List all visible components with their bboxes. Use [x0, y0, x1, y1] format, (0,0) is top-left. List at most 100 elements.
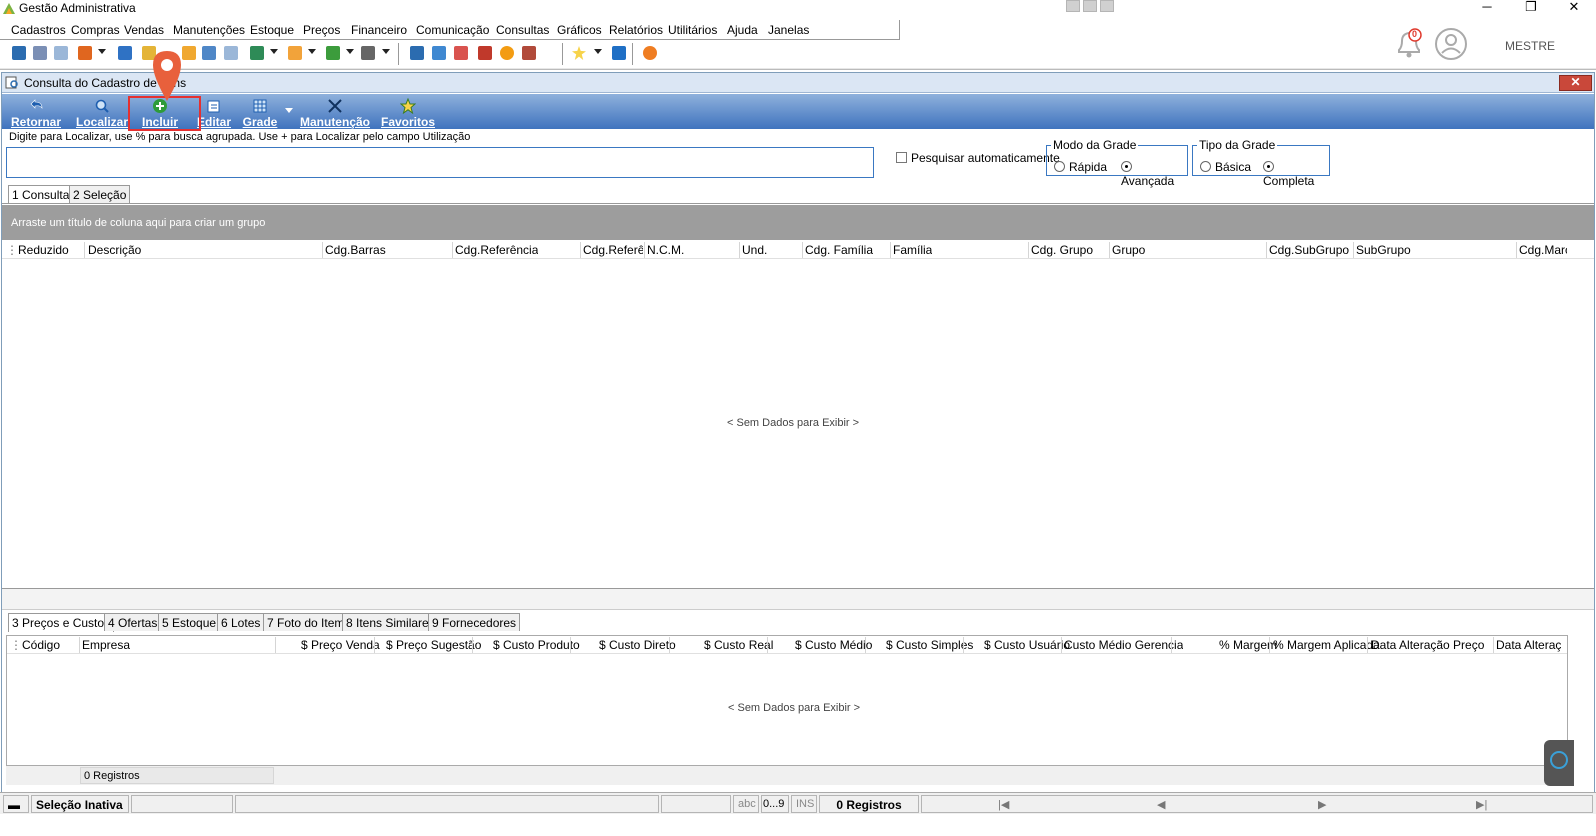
col-cdg-marca[interactable]: Cdg.Marc [1519, 243, 1567, 257]
column-separator[interactable] [767, 637, 768, 653]
menu-utilitarios[interactable]: Utilitários [668, 23, 717, 37]
col-custo-simples[interactable]: $ Custo Simples [886, 638, 973, 652]
menu-vendas[interactable]: Vendas [124, 23, 164, 37]
document-icon[interactable] [118, 46, 132, 60]
group-by-panel[interactable]: Arraste um título de coluna aqui para cr… [2, 205, 1594, 240]
power-icon[interactable] [643, 46, 657, 60]
column-separator[interactable] [570, 637, 571, 653]
col-reduzido[interactable]: Reduzido [18, 243, 69, 257]
first-record-icon[interactable]: |◀ [998, 798, 1009, 811]
dropdown-arrow-icon[interactable] [594, 49, 602, 54]
menu-cadastros[interactable]: Cadastros [11, 23, 66, 37]
folder-blue-icon[interactable] [12, 46, 26, 60]
tab-precos-custos[interactable]: 3 Preços e Custos [8, 613, 115, 632]
radio-completa[interactable]: Completa [1263, 160, 1329, 188]
localizar-button[interactable]: Localizar [74, 96, 130, 129]
clock-icon[interactable] [500, 46, 514, 60]
menu-graficos[interactable]: Gráficos [557, 23, 602, 37]
col-und[interactable]: Und. [742, 243, 767, 257]
col-data-alteracao-preco[interactable]: Data Alteração Preço [1371, 638, 1484, 652]
column-separator[interactable] [1171, 637, 1172, 653]
grid-icon[interactable] [1066, 0, 1080, 12]
column-chooser-icon[interactable]: ⋮ [6, 243, 18, 257]
checkbox-box[interactable] [896, 152, 907, 163]
column-chooser-icon[interactable]: ⋮ [10, 638, 22, 652]
menu-comunicacao[interactable]: Comunicação [416, 23, 489, 37]
col-custo-medio[interactable]: $ Custo Médio [795, 638, 872, 652]
column-separator[interactable] [802, 242, 803, 258]
dropdown-arrow-icon[interactable] [308, 49, 316, 54]
col-cdg-familia[interactable]: Cdg. Família [805, 243, 873, 257]
column-separator[interactable] [84, 242, 85, 258]
col-empresa[interactable]: Empresa [82, 638, 130, 652]
col-preco-venda[interactable]: $ Preço Venda [301, 638, 380, 652]
tab-fornecedores[interactable]: 9 Fornecedores [428, 613, 521, 631]
tab-ofertas[interactable]: 4 Ofertas [104, 613, 162, 631]
auto-search-checkbox[interactable]: Pesquisar automaticamente [896, 151, 1060, 165]
menu-relatorios[interactable]: Relatórios [609, 23, 663, 37]
inner-close-button[interactable]: ✕ [1559, 75, 1592, 91]
col-preco-sugestao[interactable]: $ Preço Sugestão [386, 638, 481, 652]
list-icon[interactable] [224, 46, 238, 60]
dropdown-arrow-icon[interactable] [382, 49, 390, 54]
radio-button[interactable] [1200, 161, 1211, 172]
grade-button[interactable]: Grade [240, 96, 280, 129]
col-cdg-subgrupo[interactable]: Cdg.SubGrupo [1269, 243, 1349, 257]
col-custo-direto[interactable]: $ Custo Direto [599, 638, 676, 652]
col-subgrupo[interactable]: SubGrupo [1356, 243, 1411, 257]
column-separator[interactable] [322, 242, 323, 258]
col-cdg-grupo[interactable]: Cdg. Grupo [1031, 243, 1093, 257]
col-familia[interactable]: Família [893, 243, 932, 257]
menu-precos[interactable]: Preços [303, 23, 340, 37]
column-separator[interactable] [79, 637, 80, 653]
col-custo-produto[interactable]: $ Custo Produto [493, 638, 580, 652]
col-grupo[interactable]: Grupo [1112, 243, 1145, 257]
report-icon[interactable] [522, 46, 536, 60]
menu-estoque[interactable]: Estoque [250, 23, 294, 37]
printer-icon[interactable] [361, 46, 375, 60]
notification-bell[interactable]: 0 [1394, 28, 1424, 60]
radio-button-selected[interactable] [1263, 161, 1274, 172]
menu-financeiro[interactable]: Financeiro [351, 23, 407, 37]
col-descricao[interactable]: Descrição [88, 243, 141, 257]
splitter-bar[interactable] [2, 588, 1594, 610]
col-codigo[interactable]: Código [22, 638, 60, 652]
column-separator[interactable] [1061, 637, 1062, 653]
column-separator[interactable] [452, 242, 453, 258]
column-separator[interactable] [580, 242, 581, 258]
radio-button-selected[interactable] [1121, 161, 1132, 172]
search-input[interactable] [6, 147, 874, 178]
col-margem-aplicada[interactable]: % Margem Aplicada [1273, 638, 1380, 652]
column-separator[interactable] [1028, 242, 1029, 258]
tab-lotes[interactable]: 6 Lotes [217, 613, 265, 631]
menu-janelas[interactable]: Janelas [768, 23, 809, 37]
cart-icon[interactable] [250, 46, 264, 60]
column-separator[interactable] [1367, 637, 1368, 653]
menu-ajuda[interactable]: Ajuda [727, 23, 758, 37]
remote-support-widget[interactable] [1544, 740, 1574, 786]
tab-itens-similares[interactable]: 8 Itens Similares [342, 613, 439, 631]
menu-consultas[interactable]: Consultas [496, 23, 549, 37]
column-separator[interactable] [1109, 242, 1110, 258]
column-separator[interactable] [865, 637, 866, 653]
col-custo-usuario[interactable]: $ Custo Usuário [984, 638, 1070, 652]
column-separator[interactable] [890, 242, 891, 258]
column-separator[interactable] [472, 637, 473, 653]
chevron-up-icon[interactable] [1100, 0, 1114, 12]
column-separator[interactable] [739, 242, 740, 258]
calendar-clock-icon[interactable] [478, 46, 492, 60]
tab-consulta[interactable]: 1 Consulta [8, 185, 74, 204]
menu-manutencoes[interactable]: Manutenções [173, 23, 245, 37]
tile-icons[interactable] [1066, 0, 1118, 14]
last-record-icon[interactable]: ▶| [1476, 798, 1487, 811]
dropdown-arrow-icon[interactable] [346, 49, 354, 54]
favoritos-button[interactable]: Favoritos [380, 96, 436, 129]
grade-dropdown-arrow-icon[interactable] [285, 108, 293, 113]
star-icon[interactable] [572, 46, 586, 60]
tab-foto-item[interactable]: 7 Foto do Item [263, 613, 349, 631]
users-icon[interactable] [33, 46, 47, 60]
radio-avancada[interactable]: Avançada [1121, 160, 1187, 188]
window-icon[interactable] [410, 46, 424, 60]
tab-estoque[interactable]: 5 Estoque [158, 613, 221, 631]
money-icon[interactable] [202, 46, 216, 60]
